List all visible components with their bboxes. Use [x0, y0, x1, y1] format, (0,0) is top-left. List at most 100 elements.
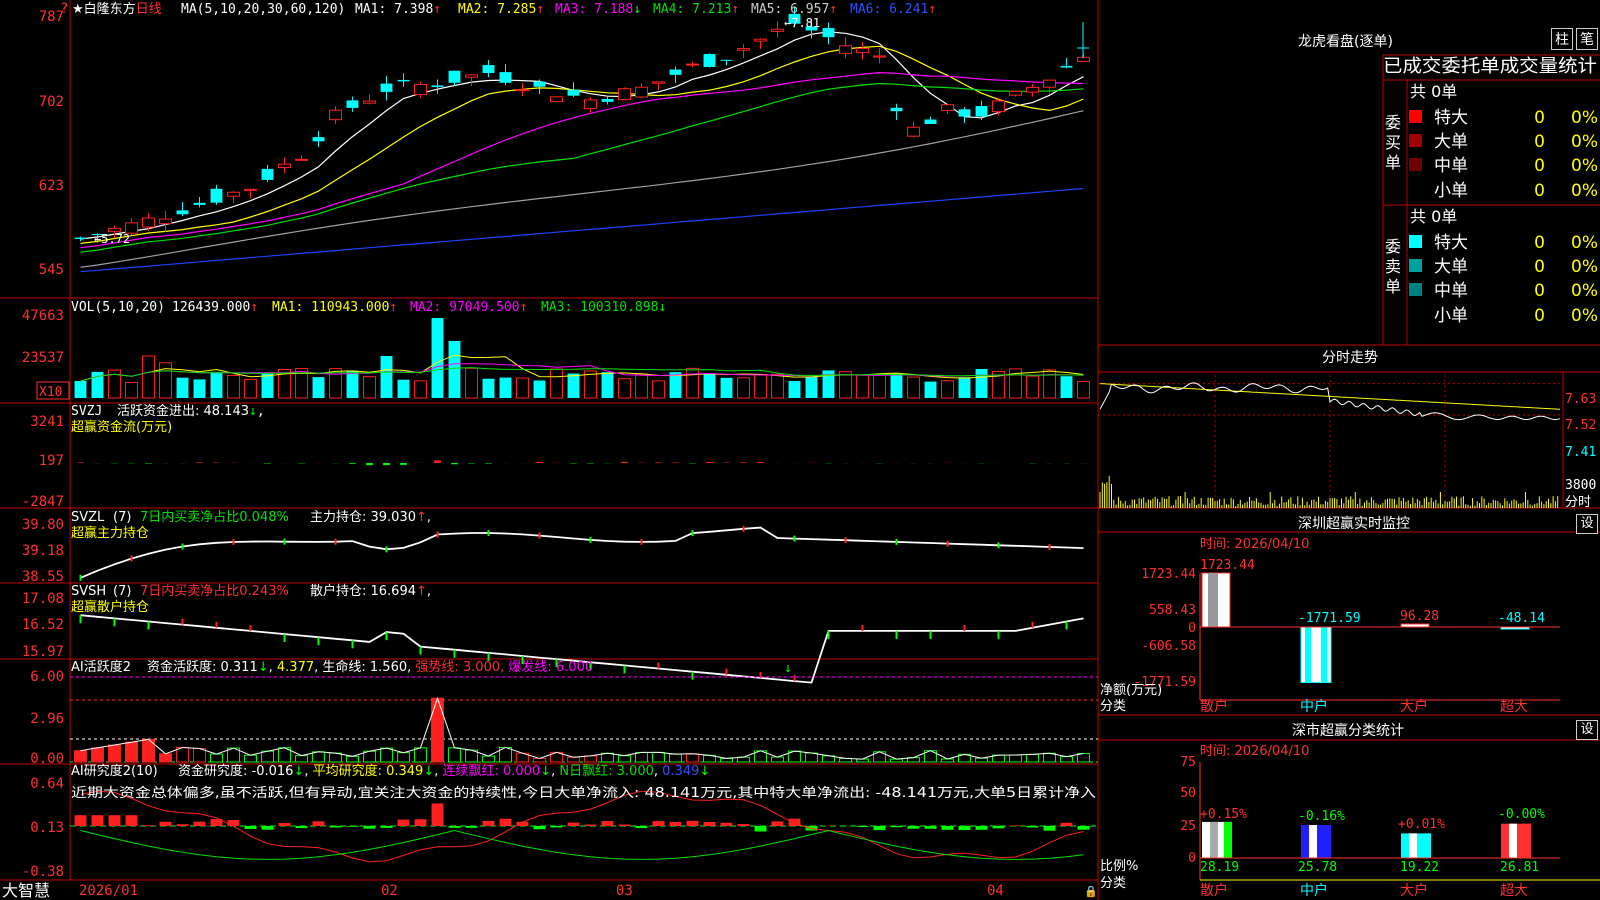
volume-bar [941, 380, 954, 399]
y-tick: -0.38 [22, 864, 64, 880]
activity-bar [652, 751, 665, 763]
research-bar [142, 825, 155, 826]
research-bar [1026, 826, 1039, 828]
fund-flow-bar [434, 460, 441, 463]
research-bar [397, 819, 410, 826]
candle [924, 119, 937, 124]
research-bar [312, 821, 325, 826]
legend-swatch [1409, 235, 1422, 248]
candle [295, 158, 308, 161]
research-bar [278, 822, 291, 826]
y-tick: 25 [1180, 819, 1196, 834]
ma6-label: MA6: [850, 2, 889, 17]
x-tick: 2026/01 [79, 883, 138, 899]
activity-bar [295, 755, 308, 763]
app-name: 大智慧 [2, 881, 50, 900]
volume-bar [431, 318, 444, 398]
svg-text:0: 0 [1534, 257, 1545, 277]
candle [516, 89, 529, 92]
activity-bar [210, 753, 223, 763]
y-tick: 16.52 [22, 617, 64, 633]
activity-bar [975, 757, 988, 763]
activity-bar [635, 751, 648, 763]
volume-bar [618, 378, 631, 399]
volume-bar [686, 367, 699, 399]
monitor-bar-shade [1321, 627, 1327, 683]
candle [873, 55, 886, 58]
high-marker-label: ←7.81 [784, 16, 820, 30]
category-label: 超大 [1500, 883, 1528, 899]
sz-classify-settings-button[interactable]: 设 [1576, 720, 1598, 740]
activity-bar [601, 752, 614, 763]
research-bar [448, 826, 461, 828]
fund-flow-bar [740, 462, 747, 463]
research-bar [992, 826, 1005, 829]
activity-bar [414, 747, 427, 763]
activity-bar [771, 756, 784, 763]
activity-bar [1009, 754, 1022, 763]
volume-bar [737, 377, 750, 399]
svzj-subtitle: 超赢资金流(万元) [71, 419, 172, 435]
volume-bar [499, 377, 512, 398]
bar-label: 96.28 [1400, 609, 1439, 624]
fund-flow-bar [400, 463, 407, 465]
svg-text:0: 0 [1534, 132, 1545, 152]
ma2-label: MA2: [458, 2, 497, 17]
research-bar [720, 822, 733, 826]
bar-mode-button[interactable]: 柱 [1551, 28, 1573, 50]
svg-text:0: 0 [1534, 306, 1545, 326]
volume-bar [176, 377, 189, 398]
value-label: 28.19 [1200, 860, 1239, 875]
volume-bar [1026, 375, 1039, 399]
volume-bar [567, 373, 580, 398]
candle [958, 109, 971, 117]
activity-bar [244, 754, 257, 763]
volume-bar [380, 356, 393, 398]
candle [907, 126, 920, 137]
research-bar [686, 820, 699, 826]
sz-monitor-settings-button[interactable]: 设 [1576, 514, 1598, 534]
volume-bar [1077, 381, 1090, 399]
sz-classify-time: 时间: 2026/04/10 [1200, 744, 1309, 759]
fund-flow-bar [655, 462, 662, 463]
research-bar [414, 819, 427, 826]
research-bar [550, 826, 563, 828]
candle [499, 72, 512, 83]
change-label: -0.00% [1498, 807, 1545, 822]
ai-active-legend: AI活跃度2 资金活跃度: 0.311↓, 4.377, 生命线: 1.560, … [71, 659, 593, 675]
candle [346, 100, 359, 108]
research-bar [584, 824, 597, 826]
y-tick: 38.55 [22, 569, 64, 585]
row-name: 大单 [1434, 257, 1468, 277]
y-tick: 197 [39, 453, 64, 469]
volume-bar [142, 355, 155, 399]
stroke-mode-button[interactable]: 笔 [1576, 28, 1598, 50]
candle [1009, 90, 1022, 96]
activity-bar [1077, 753, 1090, 763]
candle [822, 28, 835, 38]
row-name: 中单 [1434, 281, 1468, 301]
legend-swatch [1409, 259, 1422, 272]
research-bar [244, 826, 257, 829]
row-name: 小单 [1434, 181, 1468, 201]
stock-title[interactable]: ★白隆东方日线 [72, 1, 162, 17]
classify-bar-shade [1509, 823, 1517, 858]
legend-swatch [1409, 283, 1422, 296]
volume-bar [227, 374, 240, 399]
candle [482, 65, 495, 73]
research-bar [1077, 826, 1090, 830]
dragon-title: 龙虎看盘(逐单) [1298, 33, 1393, 50]
svsh-subtitle: 超赢散户持仓 [71, 599, 149, 615]
volume-bar [873, 374, 886, 399]
y-tick: 558.43 [1149, 603, 1196, 618]
classify-bar-shade [1323, 825, 1331, 858]
intraday-title: 分时走势 [1322, 350, 1378, 366]
ma1-label: MA1: [355, 2, 394, 17]
sz-monitor-title: 深圳超赢实时监控 [1298, 515, 1410, 532]
svg-text:0: 0 [1534, 233, 1545, 253]
buy-group-label: 委买单 [1385, 113, 1401, 172]
research-bar [856, 826, 869, 827]
svg-text:0: 0 [1534, 108, 1545, 128]
x-tick: 04 [987, 883, 1004, 899]
low-marker-label: ←5.72 [94, 232, 130, 246]
